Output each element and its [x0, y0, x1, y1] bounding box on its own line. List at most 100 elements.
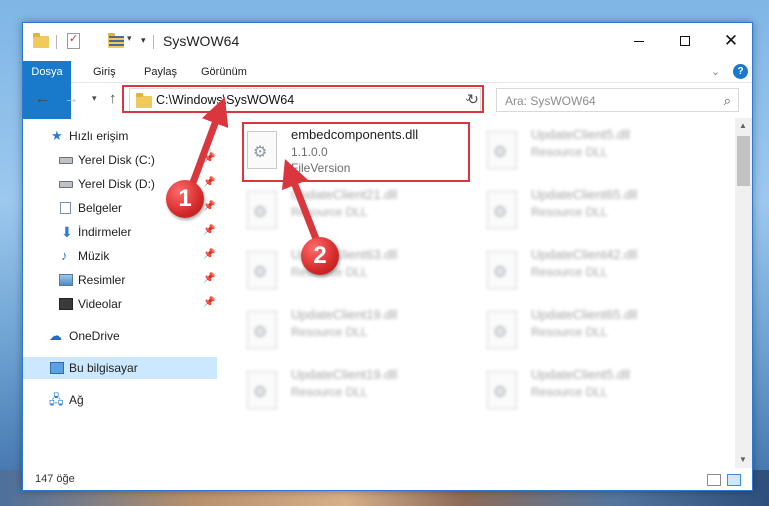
file-name: UpdateClient19.dll [291, 307, 398, 322]
file-name: UpdateClient21.dll [291, 187, 398, 202]
download-icon: ⬇ [61, 224, 73, 240]
file-item[interactable]: UpdateClient42.dll Resource DLL [481, 243, 711, 301]
ribbon: Dosya Giriş Paylaş Görünüm ⌄ ? [23, 61, 752, 119]
scroll-up-icon[interactable]: ▲ [739, 121, 747, 130]
pin-icon[interactable]: 📌 [203, 249, 215, 260]
sidebar-item-network[interactable]: 🖧 Ağ [23, 389, 217, 411]
file-name: UpdateClient65.dll [531, 187, 638, 202]
sidebar-item-pictures[interactable]: Resimler 📌 [23, 269, 217, 291]
file-description: Resource DLL [291, 325, 368, 339]
title-bar: ▾ ▾ SysWOW64 ✕ [23, 23, 752, 61]
dll-file-icon [487, 311, 517, 349]
sidebar-item-onedrive[interactable]: ☁ OneDrive [23, 325, 217, 347]
arrow-up-icon[interactable]: ↑ [109, 90, 117, 107]
sidebar-item-local-disk-c[interactable]: Yerel Disk (C:) 📌 [23, 149, 217, 171]
file-name: UpdateClient5.dll [531, 367, 631, 382]
sidebar-item-label: Belgeler [78, 201, 123, 215]
divider [153, 35, 154, 49]
file-description: Resource DLL [531, 385, 608, 399]
file-item[interactable]: UpdateClient19.dll Resource DLL [241, 363, 471, 421]
qa-chevron-icon[interactable]: ▾ [127, 33, 132, 44]
arrow-right-icon[interactable]: → [64, 90, 79, 107]
file-name: UpdateClient5.dll [531, 127, 631, 142]
search-icon[interactable]: ⌕ [724, 93, 731, 109]
address-path[interactable]: C:\Windows\SysWOW64 [156, 93, 294, 107]
pin-icon[interactable]: 📌 [203, 177, 215, 188]
cloud-icon: ☁ [49, 328, 62, 343]
network-icon: 🖧 [49, 392, 64, 407]
vertical-scrollbar[interactable]: ▲ ▼ [735, 118, 752, 468]
tab-share[interactable]: Paylaş [144, 61, 177, 83]
dll-file-icon [247, 371, 277, 409]
sidebar-item-label: Yerel Disk (D:) [78, 177, 155, 191]
drive-icon [59, 157, 73, 164]
pin-icon[interactable]: 📌 [203, 153, 215, 164]
item-count: 147 öğe [35, 473, 75, 485]
sidebar-item-videos[interactable]: Videolar 📌 [23, 293, 217, 315]
large-icons-view-icon[interactable] [727, 474, 741, 486]
dll-file-icon [247, 131, 277, 169]
video-icon [59, 298, 73, 310]
view-icon[interactable] [109, 35, 124, 48]
window-title: SysWOW64 [163, 33, 240, 49]
search-placeholder: Ara: SysWOW64 [505, 94, 596, 108]
sidebar-item-downloads[interactable]: ⬇ İndirmeler 📌 [23, 221, 217, 243]
properties-icon[interactable] [67, 32, 80, 49]
expand-ribbon-icon[interactable]: ⌄ [711, 65, 720, 78]
dll-file-icon [247, 311, 277, 349]
navigation-bar: ← → ▾ ↑ C:\Windows\SysWOW64 ⌄ ↻ Ara: Sys… [23, 84, 752, 116]
file-description: Resource DLL [531, 205, 608, 219]
folder-icon [33, 33, 49, 48]
dll-file-icon [247, 251, 277, 289]
maximize-button[interactable] [662, 23, 708, 59]
details-view-icon[interactable] [707, 474, 721, 486]
file-version: 1.1.0.0 [291, 145, 328, 159]
file-description: Resource DLL [531, 325, 608, 339]
sidebar-item-label: Resimler [78, 273, 126, 287]
sidebar-item-label: OneDrive [69, 329, 120, 343]
file-item[interactable]: UpdateClient5.dll Resource DLL [481, 363, 711, 421]
music-icon: ♪ [61, 248, 68, 263]
file-description: Resource DLL [291, 205, 368, 219]
sidebar-item-music[interactable]: ♪ Müzik 📌 [23, 245, 217, 267]
tab-view[interactable]: Görünüm [201, 61, 247, 83]
minimize-button[interactable] [616, 23, 662, 59]
scroll-down-icon[interactable]: ▼ [739, 455, 747, 464]
pictures-icon [59, 274, 73, 286]
file-description: FileVersion [291, 161, 351, 175]
file-item-embedcomponents[interactable]: embedcomponents.dll 1.1.0.0 FileVersion [241, 123, 471, 181]
help-icon[interactable]: ? [733, 64, 748, 79]
address-bar[interactable]: C:\Windows\SysWOW64 ⌄ [129, 88, 481, 112]
file-item[interactable]: UpdateClient65.dll Resource DLL [481, 303, 711, 361]
pin-icon[interactable]: 📌 [203, 201, 215, 212]
step-badge-1: 1 [166, 180, 204, 218]
file-item[interactable]: UpdateClient63.dll Resource DLL [241, 243, 471, 301]
scrollbar-thumb[interactable] [737, 136, 750, 186]
sidebar-item-this-pc[interactable]: Bu bilgisayar [23, 357, 217, 379]
pin-icon[interactable]: 📌 [203, 273, 215, 284]
arrow-left-icon[interactable]: ← [35, 90, 50, 107]
close-button[interactable]: ✕ [708, 23, 754, 59]
sidebar-item-quick-access[interactable]: ★ Hızlı erişim [23, 125, 217, 147]
navigation-pane: ★ Hızlı erişim Yerel Disk (C:) 📌 Yerel D… [23, 121, 220, 469]
file-item[interactable]: UpdateClient21.dll Resource DLL [241, 183, 471, 241]
customize-quick-access-icon[interactable]: ▾ [141, 35, 146, 46]
dll-file-icon [487, 251, 517, 289]
file-item[interactable]: UpdateClient65.dll Resource DLL [481, 183, 711, 241]
sidebar-item-label: Yerel Disk (C:) [78, 153, 155, 167]
sidebar-item-label: Hızlı erişim [69, 129, 129, 143]
recent-locations-icon[interactable]: ▾ [92, 93, 97, 104]
pin-icon[interactable]: 📌 [203, 297, 215, 308]
file-item[interactable]: UpdateClient5.dll Resource DLL [481, 123, 711, 181]
file-name: embedcomponents.dll [291, 127, 419, 142]
tab-home[interactable]: Giriş [93, 61, 116, 83]
file-name: UpdateClient65.dll [531, 307, 638, 322]
refresh-icon[interactable]: ↻ [463, 91, 483, 111]
search-input[interactable]: Ara: SysWOW64 ⌕ [496, 88, 739, 112]
file-description: Resource DLL [531, 145, 608, 159]
status-bar: 147 öğe [23, 469, 752, 491]
file-list: embedcomponents.dll 1.1.0.0 FileVersion … [241, 121, 735, 469]
file-item[interactable]: UpdateClient19.dll Resource DLL [241, 303, 471, 361]
step-badge-2: 2 [301, 237, 339, 275]
pin-icon[interactable]: 📌 [203, 225, 215, 236]
